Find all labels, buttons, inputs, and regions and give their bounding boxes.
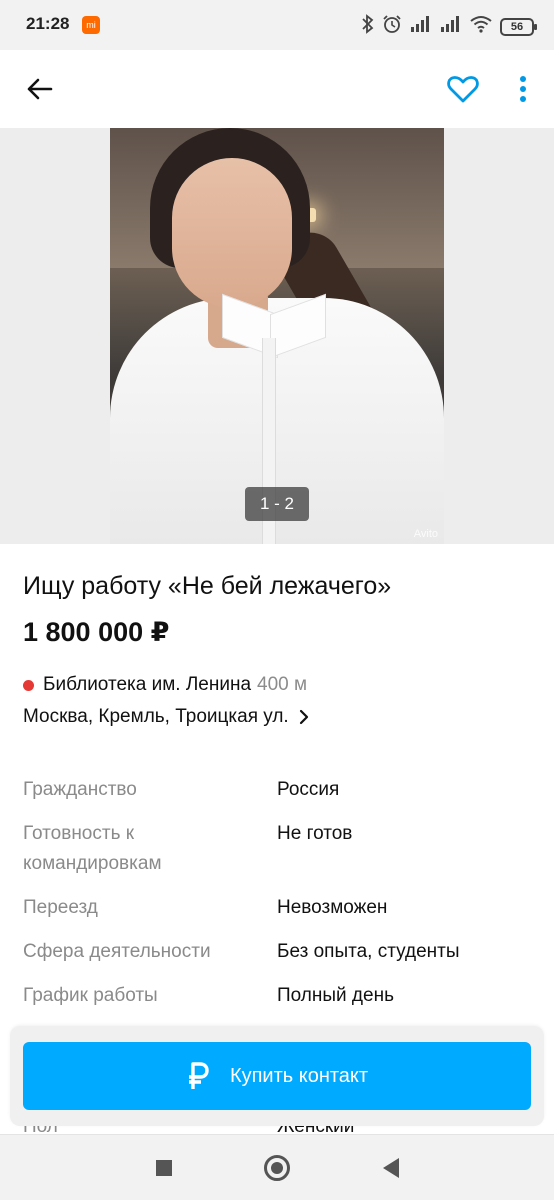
more-vertical-icon [520, 76, 526, 102]
triangle-back-icon[interactable] [383, 1158, 399, 1178]
status-time: 21:28 [26, 14, 70, 33]
param-key: Готовность к командировкам [23, 823, 162, 874]
system-nav-bar [0, 1134, 554, 1200]
param-row: Готовность к командировкам Не готов [23, 819, 533, 879]
back-button[interactable] [20, 70, 58, 108]
buy-contact-button[interactable]: Купить контакт [23, 1042, 531, 1110]
listing-title: Ищу работу «Не бей лежачего» [23, 572, 392, 600]
more-options-button[interactable] [508, 70, 538, 108]
param-value: Россия [277, 779, 340, 800]
address-text: Москва, Кремль, Троицкая ул. [23, 706, 289, 727]
status-bar: 21:28 mi 56 [0, 0, 554, 50]
square-icon[interactable] [156, 1160, 172, 1176]
signal-icon [440, 15, 462, 38]
param-value: Полный день [277, 985, 394, 1006]
favorite-button[interactable] [444, 70, 482, 108]
app-notification-icon: mi [82, 16, 100, 34]
status-icons: 56 [362, 14, 537, 39]
metro-distance: 400 м [257, 674, 308, 695]
alarm-icon [382, 14, 402, 39]
photo-gallery[interactable]: Avito 1 - 2 [0, 128, 554, 544]
parameters-list: Гражданство Россия Готовность к командир… [23, 775, 533, 1025]
photo-counter: 1 - 2 [245, 487, 309, 521]
param-key: Переезд [23, 897, 98, 918]
buy-contact-label: Купить контакт [229, 1064, 369, 1087]
battery-icon: 56 [500, 17, 537, 36]
chevron-right-icon [299, 709, 309, 725]
bluetooth-icon [362, 14, 374, 39]
param-value: Не готов [277, 823, 353, 844]
metro-line-icon [23, 679, 34, 691]
listing-price: 1 800 000 ₽ [23, 617, 170, 647]
param-value: Невозможен [277, 897, 388, 918]
avito-watermark: Avito [413, 528, 438, 540]
wifi-icon [470, 15, 492, 38]
circle-icon[interactable] [264, 1155, 290, 1181]
param-key: График работы [23, 985, 158, 1006]
arrow-left-icon [27, 78, 53, 100]
param-row: Гражданство Россия [23, 775, 533, 805]
listing-photo[interactable]: Avito [110, 128, 444, 544]
heart-outline-icon [447, 76, 479, 103]
param-value: Без опыта, студенты [277, 941, 460, 962]
signal-icon [410, 15, 432, 38]
action-sheet: Купить контакт [10, 1026, 544, 1126]
metro-station-name: Библиотека им. Ленина [43, 674, 252, 695]
param-key: Гражданство [23, 779, 137, 800]
param-row: График работы Полный день [23, 981, 533, 1011]
address-link[interactable]: Москва, Кремль, Троицкая ул. [23, 706, 309, 728]
param-row: Сфера деятельности Без опыта, студенты [23, 937, 533, 967]
param-row: Переезд Невозможен [23, 893, 533, 923]
param-key: Сфера деятельности [23, 941, 211, 962]
app-bar [0, 50, 554, 128]
metro-station: Библиотека им. Ленина 400 м [23, 674, 307, 696]
ruble-icon [186, 1061, 210, 1091]
